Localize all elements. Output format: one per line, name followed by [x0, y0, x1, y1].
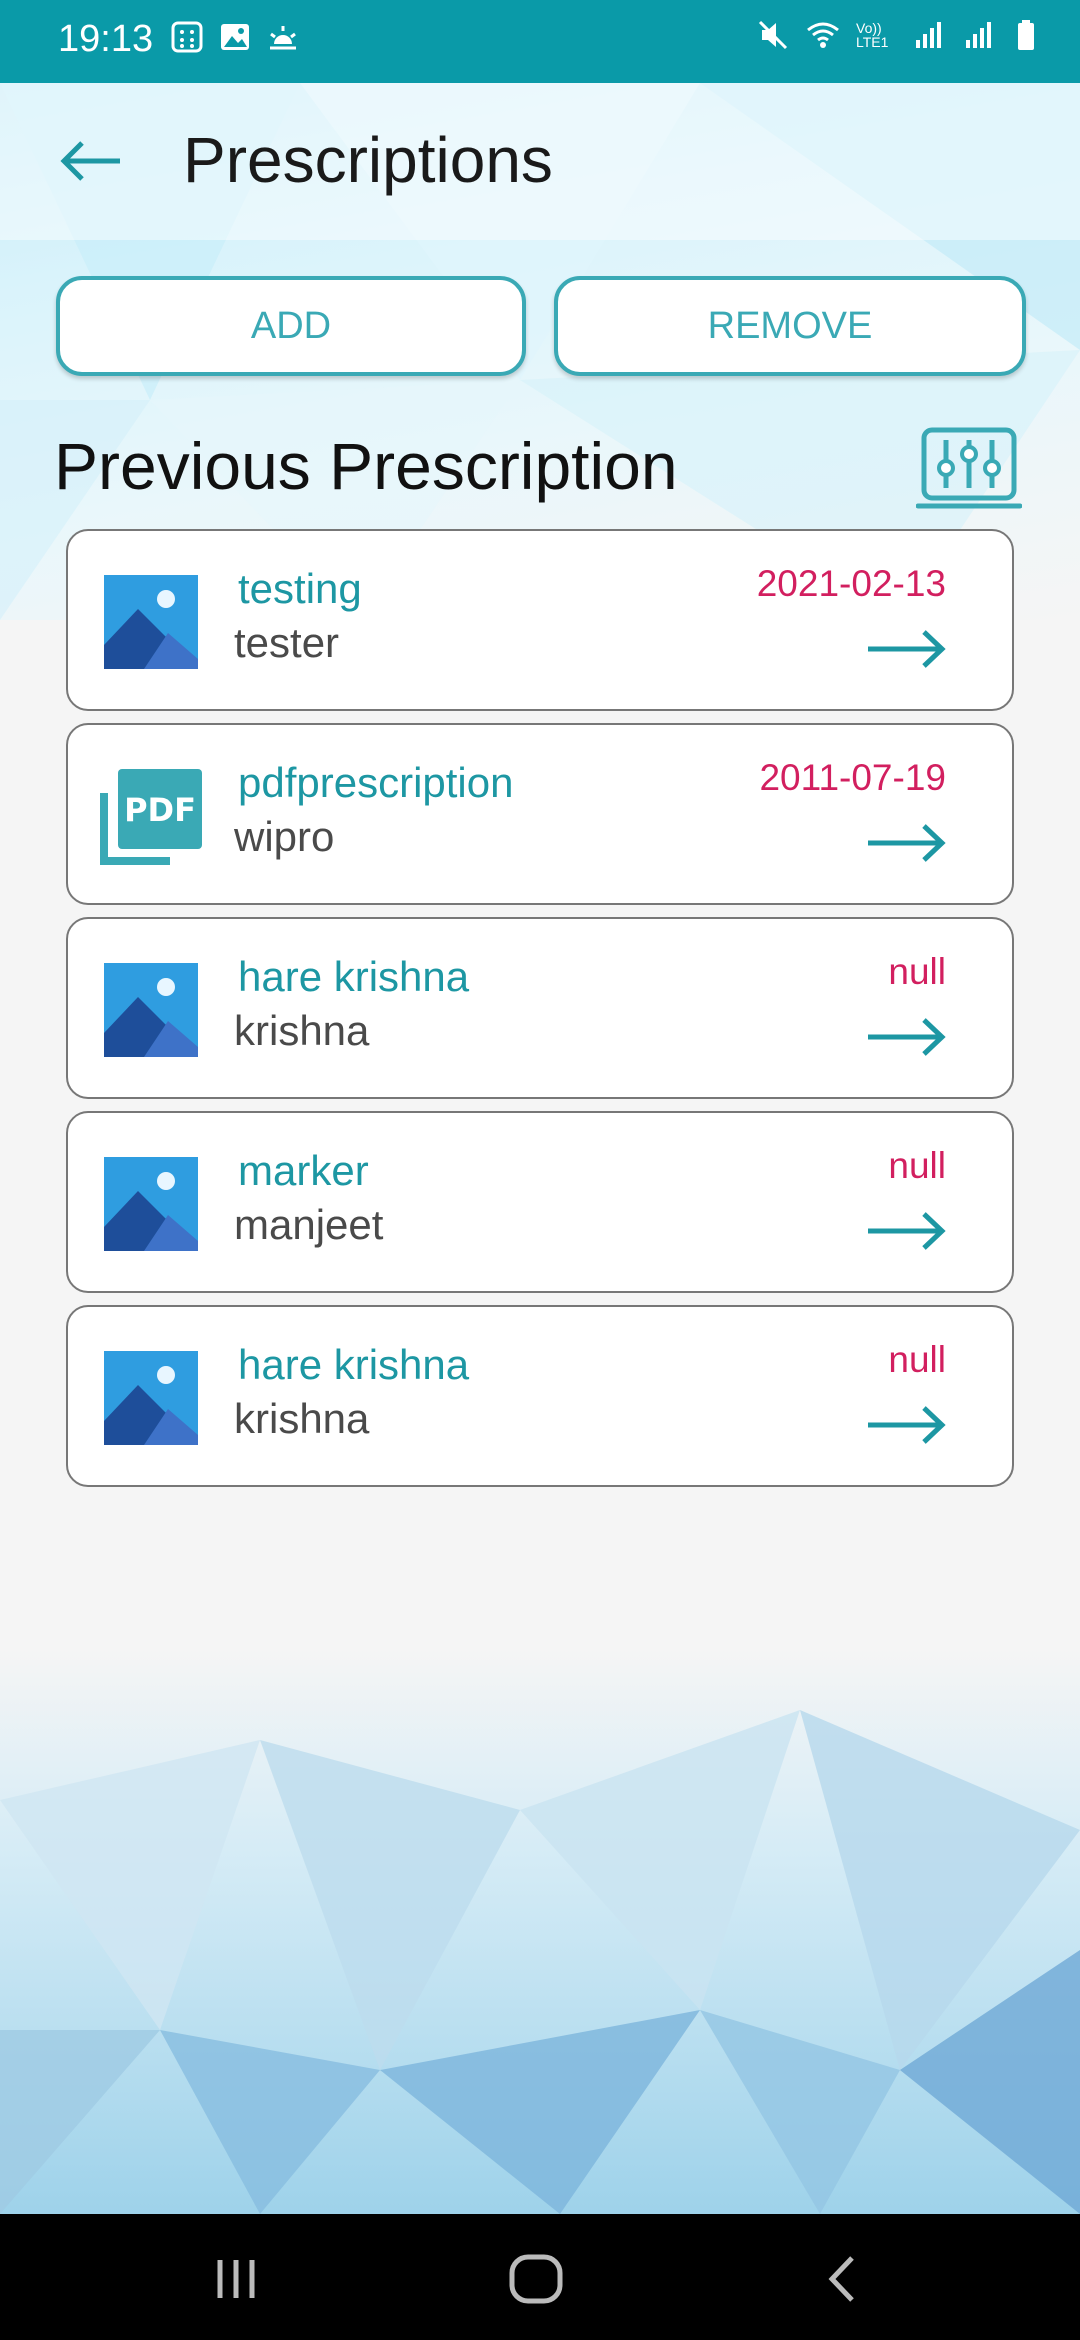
prescription-date: null: [888, 1145, 946, 1186]
prescription-title: pdfprescription: [238, 759, 514, 806]
arrow-right-icon[interactable]: [864, 821, 948, 865]
image-icon: [104, 963, 198, 1057]
arrow-left-icon[interactable]: [56, 131, 128, 191]
background-bottom: [0, 1650, 1080, 2214]
navigation-bar: [0, 2214, 1080, 2340]
prescription-subtitle: wipro: [234, 813, 335, 860]
prescription-subtitle: tester: [234, 619, 340, 666]
arrow-right-icon[interactable]: [864, 1403, 948, 1447]
weather-sun-icon: [270, 26, 296, 50]
prescription-title: marker: [238, 1147, 369, 1194]
prescription-subtitle: krishna: [234, 1007, 370, 1054]
signal-icon: [966, 22, 991, 48]
prescription-subtitle: krishna: [234, 1395, 370, 1442]
image-icon: [104, 1157, 198, 1251]
prescription-title: hare krishna: [238, 953, 470, 1000]
status-bar: 19:13 Vo)) LTE1: [0, 0, 1080, 83]
list-item[interactable]: testing tester 2021-02-13: [66, 529, 1014, 711]
list-item[interactable]: PDF pdfprescription wipro 2011-07-19: [66, 723, 1014, 905]
prescription-subtitle: manjeet: [234, 1201, 384, 1248]
prescription-title: testing: [238, 565, 362, 612]
pdf-icon: PDF: [100, 769, 202, 865]
prescription-date: null: [888, 951, 946, 992]
prescription-date: 2011-07-19: [759, 757, 946, 798]
status-time: 19:13: [58, 18, 154, 60]
signal-icon: [916, 22, 941, 48]
volte-icon: Vo)) LTE1: [856, 20, 889, 50]
arrow-right-icon[interactable]: [864, 1209, 948, 1253]
image-icon: [104, 575, 198, 669]
battery-icon: [1018, 20, 1034, 50]
arrow-right-icon[interactable]: [864, 1015, 948, 1059]
add-button[interactable]: ADD: [56, 276, 526, 376]
home-icon[interactable]: [506, 2254, 566, 2304]
prescription-title: hare krishna: [238, 1341, 470, 1388]
recents-icon[interactable]: [206, 2254, 266, 2304]
remove-button[interactable]: REMOVE: [554, 276, 1026, 376]
app-header: Prescriptions: [0, 83, 1080, 240]
arrow-right-icon[interactable]: [864, 627, 948, 671]
gallery-icon: [221, 24, 249, 50]
list-item[interactable]: marker manjeet null: [66, 1111, 1014, 1293]
prescription-date: null: [888, 1339, 946, 1380]
page-title: Prescriptions: [183, 124, 553, 196]
prescription-date: 2021-02-13: [756, 563, 946, 604]
calculator-icon: [171, 21, 203, 53]
sliders-icon[interactable]: [916, 426, 1022, 514]
section-title: Previous Prescription: [54, 429, 678, 503]
list-item[interactable]: hare krishna krishna null: [66, 1305, 1014, 1487]
back-icon[interactable]: [812, 2254, 872, 2304]
wifi-icon: [807, 22, 839, 48]
list-item[interactable]: hare krishna krishna null: [66, 917, 1014, 1099]
svg-text:PDF: PDF: [124, 791, 196, 829]
mute-icon: [758, 20, 788, 50]
image-icon: [104, 1351, 198, 1445]
